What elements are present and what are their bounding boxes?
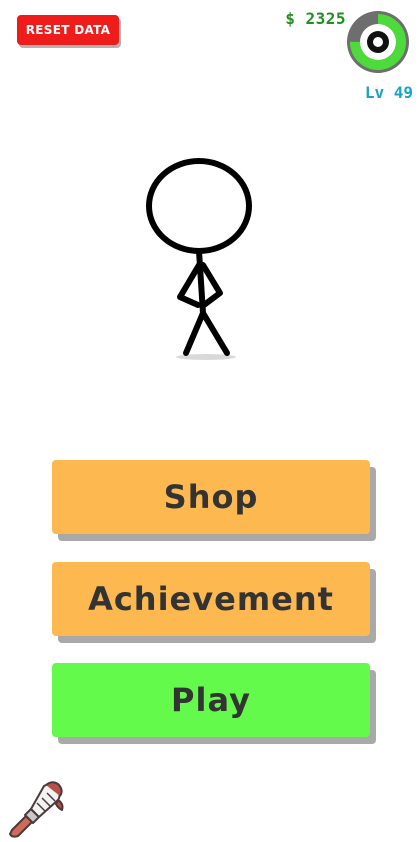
stickman-character [146, 158, 252, 360]
level-progress-ring [347, 11, 409, 73]
play-button[interactable]: Play [52, 663, 370, 737]
level-label: Lv 49 [364, 83, 413, 102]
stickman-legs [183, 310, 230, 356]
stickman-left-arm [177, 262, 202, 308]
stickman-right-arm [200, 262, 223, 308]
paint-brush-icon[interactable] [6, 778, 68, 838]
stickman-head [146, 158, 252, 254]
money-counter: $ 2325 [285, 9, 346, 28]
reset-data-button[interactable]: RESET DATA [17, 15, 119, 45]
achievement-button[interactable]: Achievement [52, 562, 370, 636]
shop-button[interactable]: Shop [52, 460, 370, 534]
